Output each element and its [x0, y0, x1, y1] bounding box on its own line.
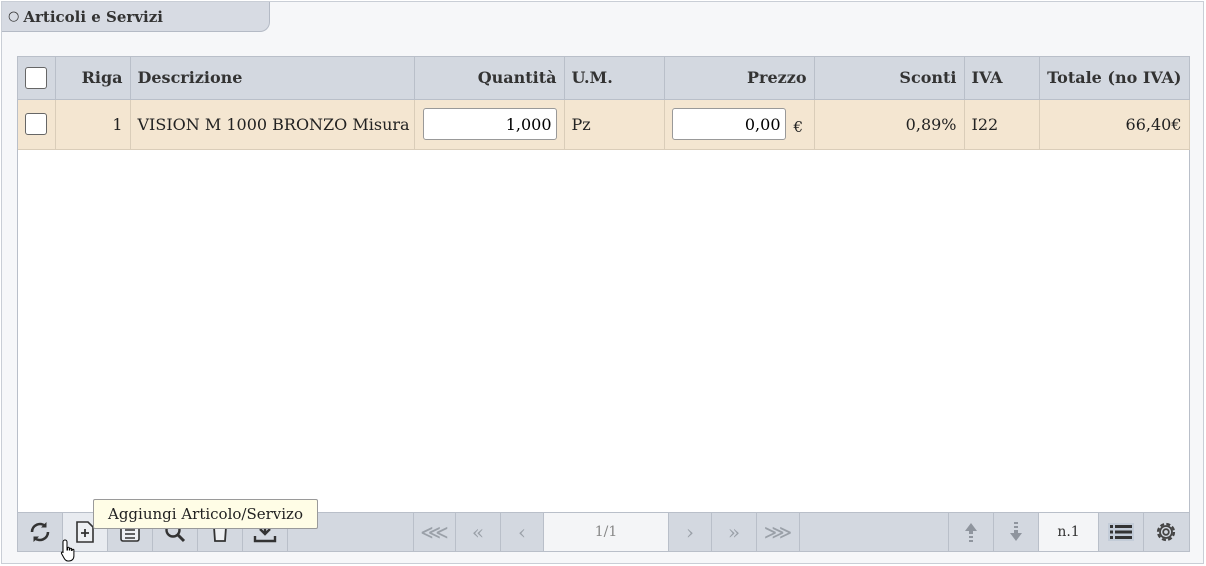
refresh-icon [30, 522, 50, 542]
cell-riga: 1 [55, 99, 131, 150]
first-page-button[interactable]: ⋘ [414, 513, 456, 551]
currency-symbol: € [793, 118, 804, 136]
toolbar-spacer-right [800, 513, 949, 551]
cell-sconti: 0,89% [814, 99, 965, 150]
next-block-button[interactable]: » [712, 513, 757, 551]
previous-block-icon: « [471, 520, 485, 544]
next-page-icon: › [686, 520, 694, 544]
col-um[interactable]: U.M. [564, 57, 665, 100]
items-table: Riga Descrizione Quantità U.M. Prezzo Sc… [18, 57, 1190, 150]
previous-page-icon: ‹ [518, 520, 526, 544]
last-page-button[interactable]: ⋙ [757, 513, 800, 551]
cell-um: Pz [564, 99, 665, 150]
list-view-button[interactable] [1099, 513, 1144, 551]
col-descrizione[interactable]: Descrizione [130, 57, 415, 100]
col-prezzo[interactable]: Prezzo [664, 57, 815, 100]
move-up-button[interactable] [949, 513, 994, 551]
price-input[interactable] [671, 108, 786, 140]
last-page-icon: ⋙ [763, 520, 793, 544]
row-checkbox[interactable] [25, 113, 48, 135]
table-row[interactable]: 1 VISION M 1000 BRONZO Misura Pz € 0,89%… [18, 99, 1190, 150]
previous-block-button[interactable]: « [456, 513, 501, 551]
select-all-checkbox[interactable] [25, 66, 48, 89]
page-indicator: 1/1 [544, 513, 669, 551]
hand-pointer-icon [60, 539, 75, 562]
col-iva[interactable]: IVA [964, 57, 1040, 100]
cell-iva: I22 [964, 99, 1040, 150]
next-page-button[interactable]: › [669, 513, 712, 551]
cell-prezzo: € [664, 99, 815, 150]
articles-panel: ○ Articoli e Servizi Riga Descrizione Qu… [1, 1, 1204, 564]
move-down-button[interactable] [994, 513, 1039, 551]
row-select-cell [18, 99, 56, 150]
items-grid: Riga Descrizione Quantità U.M. Prezzo Sc… [17, 56, 1190, 552]
col-sconti[interactable]: Sconti [814, 57, 965, 100]
col-totale[interactable]: Totale (no IVA) [1039, 57, 1190, 100]
settings-icon [1156, 522, 1175, 542]
add-item-tooltip: Aggiungi Articolo/Servizo [93, 499, 318, 529]
header-row: Riga Descrizione Quantità U.M. Prezzo Sc… [18, 57, 1190, 100]
cell-quantita [414, 99, 565, 150]
first-page-icon: ⋘ [420, 520, 449, 544]
move-down-icon [1010, 522, 1022, 541]
panel-title-tab[interactable]: ○ Articoli e Servizi [2, 2, 270, 32]
next-block-icon: » [727, 520, 741, 544]
panel-title: Articoli e Servizi [23, 7, 163, 26]
previous-page-button[interactable]: ‹ [501, 513, 544, 551]
settings-button[interactable] [1144, 513, 1187, 551]
quantity-input[interactable] [422, 108, 557, 140]
cell-descrizione: VISION M 1000 BRONZO Misura [130, 99, 415, 150]
list-view-icon [1108, 523, 1134, 541]
collapse-bullet-icon[interactable]: ○ [8, 9, 19, 24]
col-quantita[interactable]: Quantità [414, 57, 565, 100]
move-up-icon [965, 523, 977, 542]
select-all-header [18, 57, 56, 100]
record-count: n.1 [1039, 513, 1099, 551]
cell-totale: 66,40€ [1039, 99, 1190, 150]
col-riga[interactable]: Riga [55, 57, 131, 100]
refresh-button[interactable] [18, 513, 63, 551]
